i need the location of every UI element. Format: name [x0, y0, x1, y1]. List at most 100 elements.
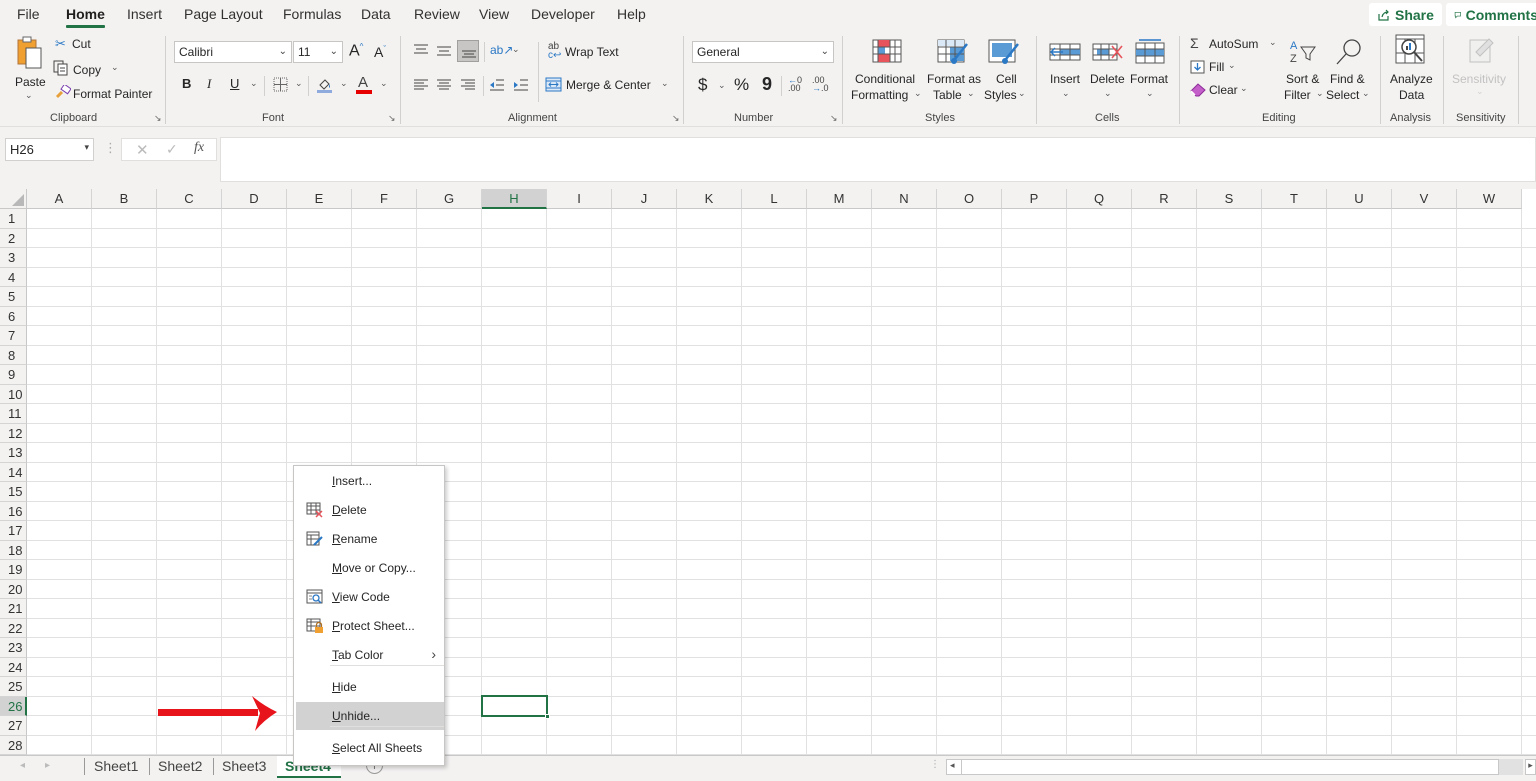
alignment-launcher-icon[interactable]: ↘	[672, 113, 680, 124]
row-header-6[interactable]: 6	[0, 306, 27, 326]
top-align-icon[interactable]	[413, 43, 429, 57]
align-left-icon[interactable]	[413, 78, 429, 92]
row-header-3[interactable]: 3	[0, 248, 27, 268]
autosum-dropdown-icon[interactable]: ⌄	[1269, 37, 1277, 48]
borders-dropdown-icon[interactable]: ⌄	[295, 78, 303, 89]
scrollbar-track[interactable]	[1499, 759, 1523, 775]
insert-cells-button[interactable]: Insert ⌄	[1046, 38, 1084, 104]
tab-developer[interactable]: Developer	[531, 6, 595, 22]
menu-item-move-or-copy[interactable]: Move or Copy...	[296, 554, 444, 582]
horizontal-scrollbar[interactable]: ◂	[946, 759, 1499, 775]
column-header-i[interactable]: I	[547, 189, 612, 209]
row-header-28[interactable]: 28	[0, 735, 27, 755]
column-header-l[interactable]: L	[742, 189, 807, 209]
orientation-dropdown-icon[interactable]: ⌄	[512, 44, 520, 55]
paste-button[interactable]: Paste ⌄	[8, 34, 48, 100]
tab-data[interactable]: Data	[361, 6, 391, 22]
italic-button[interactable]: I	[207, 76, 211, 92]
column-header-r[interactable]: R	[1132, 189, 1197, 209]
sort-filter-button[interactable]: AZ Sort & Filter ⌄	[1282, 38, 1324, 104]
scroll-left-icon[interactable]: ◂	[950, 760, 955, 771]
font-launcher-icon[interactable]: ↘	[388, 113, 396, 124]
name-box[interactable]: H26 ▾	[5, 138, 94, 161]
middle-align-icon[interactable]	[436, 43, 452, 57]
orientation-icon[interactable]: ab↗	[490, 43, 513, 57]
format-cells-button[interactable]: Format ⌄	[1129, 38, 1171, 104]
menu-item-protect-sheet[interactable]: Protect Sheet...	[296, 612, 444, 640]
cancel-icon[interactable]: ✕	[136, 141, 149, 159]
prev-sheet-icon[interactable]: ◂	[20, 760, 25, 771]
row-header-12[interactable]: 12	[0, 423, 27, 443]
insert-function-icon[interactable]: fx	[194, 140, 204, 156]
tab-insert[interactable]: Insert	[127, 6, 162, 22]
row-header-7[interactable]: 7	[0, 326, 27, 346]
percent-button[interactable]: %	[734, 75, 749, 95]
row-header-26[interactable]: 26	[0, 696, 27, 716]
tab-page-layout[interactable]: Page Layout	[184, 6, 263, 22]
tab-home[interactable]: Home	[66, 6, 105, 28]
row-header-17[interactable]: 17	[0, 521, 27, 541]
row-header-22[interactable]: 22	[0, 618, 27, 638]
menu-item-select-all-sheets[interactable]: Select All Sheets	[296, 734, 444, 762]
column-header-w[interactable]: W	[1457, 189, 1522, 209]
sheet-tab-sheet1[interactable]: Sheet1	[86, 756, 146, 778]
bottom-align-button[interactable]	[457, 40, 479, 62]
decrease-indent-icon[interactable]	[489, 78, 505, 92]
column-header-b[interactable]: B	[92, 189, 157, 209]
menu-item-hide[interactable]: Hide	[296, 673, 444, 701]
increase-decimal-icon[interactable]: ←0.00	[788, 76, 802, 93]
column-header-f[interactable]: F	[352, 189, 417, 209]
row-header-18[interactable]: 18	[0, 540, 27, 560]
column-header-a[interactable]: A	[27, 189, 92, 209]
fill-color-icon[interactable]	[316, 76, 334, 94]
column-header-e[interactable]: E	[287, 189, 352, 209]
comments-button[interactable]: Comments	[1446, 3, 1536, 26]
currency-button[interactable]: $	[698, 75, 707, 95]
find-select-button[interactable]: Find & Select ⌄	[1326, 38, 1372, 104]
row-header-9[interactable]: 9	[0, 365, 27, 385]
cell-styles-button[interactable]: Cell Styles ⌄	[984, 38, 1030, 104]
comma-style-button[interactable]: 9	[762, 74, 772, 95]
row-header-23[interactable]: 23	[0, 638, 27, 658]
column-header-v[interactable]: V	[1392, 189, 1457, 209]
font-color-dropdown-icon[interactable]: ⌄	[380, 78, 388, 89]
menu-item-view-code[interactable]: View Code	[296, 583, 444, 611]
column-header-j[interactable]: J	[612, 189, 677, 209]
sheet-tab-sheet2[interactable]: Sheet2	[150, 756, 210, 778]
select-all-button[interactable]	[0, 189, 27, 209]
paste-dropdown-icon[interactable]: ⌄	[25, 90, 33, 101]
tab-view[interactable]: View	[479, 6, 509, 22]
analyze-data-button[interactable]: Analyze Data	[1386, 34, 1434, 104]
row-header-4[interactable]: 4	[0, 267, 27, 287]
row-header-11[interactable]: 11	[0, 404, 27, 424]
menu-item-delete[interactable]: Delete	[296, 496, 444, 524]
fill-color-dropdown-icon[interactable]: ⌄	[340, 78, 348, 89]
borders-icon[interactable]	[273, 77, 289, 93]
sheet-tab-sheet3[interactable]: Sheet3	[214, 756, 274, 778]
font-name-select[interactable]: Calibri ⌄	[174, 41, 292, 63]
row-header-2[interactable]: 2	[0, 228, 27, 248]
decrease-font-size-button[interactable]: Aˇ	[374, 44, 386, 60]
fill-handle[interactable]	[545, 714, 550, 719]
font-color-button[interactable]: A	[356, 74, 372, 94]
row-header-14[interactable]: 14	[0, 462, 27, 482]
tab-file[interactable]: File	[17, 6, 40, 22]
selected-cell-h26[interactable]	[481, 695, 550, 719]
align-right-icon[interactable]	[460, 78, 476, 92]
column-header-k[interactable]: K	[677, 189, 742, 209]
column-header-s[interactable]: S	[1197, 189, 1262, 209]
row-header-5[interactable]: 5	[0, 287, 27, 307]
formula-input[interactable]	[220, 137, 1536, 182]
tab-formulas[interactable]: Formulas	[283, 6, 341, 22]
sensitivity-button[interactable]: Sensitivity ⌄	[1450, 34, 1512, 104]
merge-dropdown-icon[interactable]: ⌄	[661, 78, 669, 89]
row-header-16[interactable]: 16	[0, 501, 27, 521]
row-header-13[interactable]: 13	[0, 443, 27, 463]
column-header-c[interactable]: C	[157, 189, 222, 209]
row-header-21[interactable]: 21	[0, 599, 27, 619]
clear-dropdown-icon[interactable]: ⌄	[1240, 83, 1248, 94]
row-header-20[interactable]: 20	[0, 579, 27, 599]
column-header-u[interactable]: U	[1327, 189, 1392, 209]
conditional-formatting-button[interactable]: Conditional Formatting ⌄	[850, 38, 922, 104]
delete-cells-button[interactable]: Delete ⌄	[1088, 38, 1128, 104]
